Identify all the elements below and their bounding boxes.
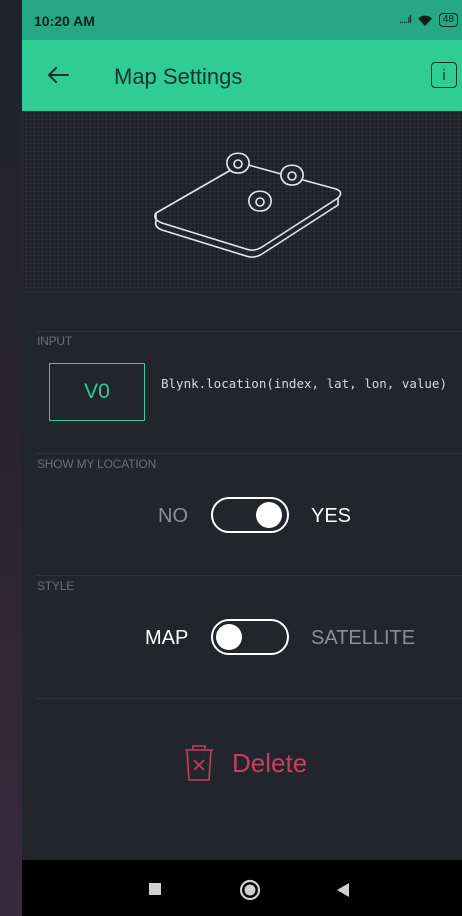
triangle-back-icon (337, 883, 349, 897)
trash-icon (185, 745, 213, 781)
info-icon: i (442, 66, 446, 84)
status-time: 10:20 AM (34, 13, 95, 29)
show-location-toggle[interactable] (211, 497, 289, 533)
page-title: Map Settings (114, 64, 243, 89)
map-illustration-icon (154, 152, 342, 258)
wifi-icon (417, 15, 432, 26)
divider (36, 575, 462, 576)
info-button[interactable]: i (431, 62, 457, 88)
divider (36, 331, 462, 332)
show-location-yes-label: YES (311, 505, 352, 527)
show-location-row: NO YES (22, 497, 462, 537)
back-button[interactable] (40, 60, 76, 90)
divider (36, 698, 462, 699)
arrow-left-icon (47, 67, 69, 83)
input-section-label: INPUT (37, 334, 73, 348)
style-map-label: MAP (145, 627, 189, 649)
square-recents-icon (149, 883, 161, 895)
style-toggle[interactable] (211, 619, 289, 655)
style-satellite-label: SATELLITE (311, 627, 416, 649)
home-button[interactable] (239, 879, 261, 906)
toggle-knob (256, 502, 282, 528)
circle-home-icon (239, 879, 261, 901)
status-bar: 10:20 AM ....ıl 48 (22, 0, 462, 40)
nav-back-button[interactable] (336, 882, 350, 903)
toggle-knob (216, 624, 242, 650)
battery-icon: 48 (438, 13, 458, 27)
app-screen: 10:20 AM ....ıl 48 Map Settings i INPUT … (22, 0, 462, 916)
system-nav-bar (22, 860, 462, 916)
show-location-section-label: SHOW MY LOCATION (37, 457, 157, 471)
pin-description: Blynk.location(index, lat, lon, value) (161, 376, 447, 391)
delete-button[interactable]: Delete (184, 740, 307, 786)
signal-icon: ....ıl (399, 14, 412, 26)
divider (36, 453, 462, 454)
show-location-no-label: NO (158, 505, 188, 527)
style-section-label: STYLE (37, 579, 75, 593)
pin-selector-button[interactable]: V0 (49, 363, 145, 421)
status-icons: ....ıl 48 (399, 12, 458, 28)
app-bar: Map Settings i (22, 40, 462, 111)
background-edge (0, 0, 22, 916)
style-row: MAP SATELLITE (22, 619, 462, 659)
delete-label: Delete (232, 747, 308, 778)
widget-illustration (22, 111, 462, 292)
recents-button[interactable] (148, 882, 162, 901)
